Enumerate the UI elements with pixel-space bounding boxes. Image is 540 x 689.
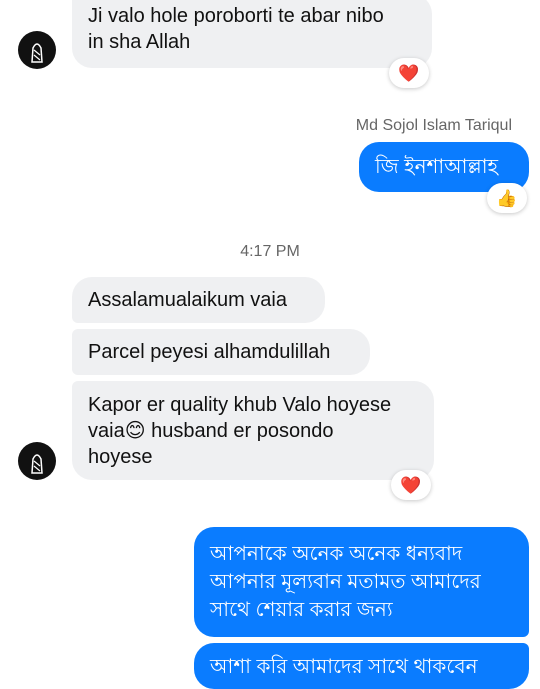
message-bubble-incoming[interactable]: Ji valo hole poroborti te abar nibo in s… bbox=[72, 0, 432, 68]
message-bubble-outgoing[interactable]: আপনাকে অনেক অনেক ধন্যবাদ আপনার মূল্যবান … bbox=[194, 527, 529, 637]
timestamp-divider: 4:17 PM bbox=[240, 243, 300, 260]
sender-name: Md Sojol Islam Tariqul bbox=[355, 117, 512, 134]
contact-avatar[interactable] bbox=[18, 442, 56, 480]
message-bubble-incoming[interactable]: Parcel peyesi alhamdulillah bbox=[72, 329, 370, 375]
message-bubble-incoming[interactable]: Kapor er quality khub Valo hoyese vaia😊 … bbox=[72, 381, 434, 480]
heart-icon[interactable]: ❤️ bbox=[389, 58, 429, 88]
heart-icon[interactable]: ❤️ bbox=[391, 470, 431, 500]
contact-avatar[interactable] bbox=[18, 31, 56, 69]
message-bubble-incoming[interactable]: Assalamualaikum vaia bbox=[72, 277, 325, 323]
message-bubble-outgoing[interactable]: আশা করি আমাদের সাথে থাকবেন bbox=[194, 643, 529, 689]
thumbs-up-icon[interactable]: 👍 bbox=[487, 183, 527, 213]
